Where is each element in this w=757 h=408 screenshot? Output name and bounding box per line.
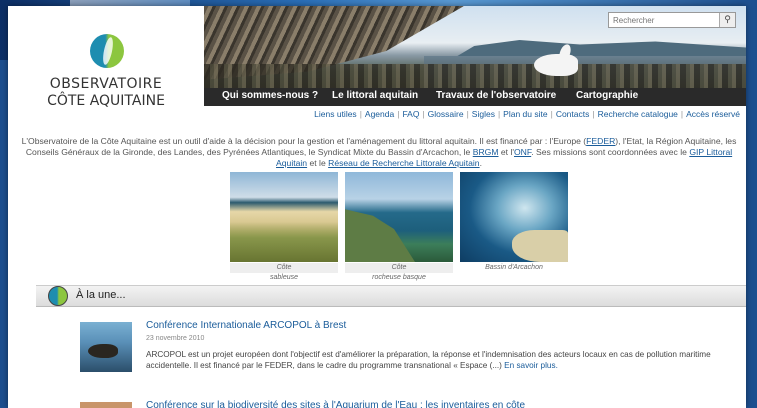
link-brgm[interactable]: BRGM [473, 147, 499, 157]
intro-paragraph: L'Observatoire de la Côte Aquitaine est … [18, 136, 740, 169]
site-logo[interactable]: OBSERVATOIRE CÔTE AQUITAINE [8, 6, 204, 130]
intro-text: L'Observatoire de la Côte Aquitaine est … [21, 136, 587, 146]
subnav-liens-utiles[interactable]: Liens utiles [314, 109, 357, 119]
search-icon[interactable]: ⚲ [719, 13, 735, 27]
photo-bassin-arcachon[interactable] [460, 172, 568, 262]
photo-cote-rocheuse[interactable] [345, 172, 453, 262]
read-more-link[interactable]: En savoir plus. [504, 361, 558, 370]
intro-text: et l' [498, 147, 514, 157]
subnav-acces-reserve[interactable]: Accès réservé [686, 109, 740, 119]
news-title-link[interactable]: Conférence sur la biodiversité des sites… [146, 400, 525, 408]
header-banner-photo: ⚲ [204, 6, 746, 88]
news-title-link[interactable]: Conférence Internationale ARCOPOL à Bres… [146, 320, 346, 331]
nav-cartographie[interactable]: Cartographie [576, 90, 638, 101]
intro-text: . Ses missions sont coordonnées avec le [531, 147, 690, 157]
intro-text: et le [307, 158, 329, 168]
link-reseau[interactable]: Réseau de Recherche Littorale Aquitain [328, 158, 479, 168]
intro-text: . [479, 158, 482, 168]
nav-travaux[interactable]: Travaux de l'observatoire [436, 90, 556, 101]
subnav-glossaire[interactable]: Glossaire [428, 109, 464, 119]
globe-icon [48, 286, 68, 306]
search-input[interactable] [609, 13, 719, 27]
link-onf[interactable]: ONF [514, 147, 531, 157]
news-thumbnail[interactable] [80, 402, 132, 408]
logo-text-line2: CÔTE AQUITAINE [47, 93, 165, 109]
news-summary-text: ARCOPOL est un projet européen dont l'ob… [146, 350, 711, 370]
section-header-bar [36, 285, 746, 307]
photo-caption: Bassin d'Arcachon [485, 264, 543, 271]
photo-caption: Côte [276, 264, 292, 271]
banner-rocks [204, 64, 746, 88]
photo-caption: rocheuse basque [372, 274, 426, 281]
news-summary: ARCOPOL est un projet européen dont l'ob… [146, 349, 740, 371]
news-thumbnail[interactable] [80, 322, 132, 372]
main-navigation: Qui sommes-nous ? Le littoral aquitain T… [204, 88, 746, 106]
section-title: À la une... [76, 289, 126, 301]
news-date: 23 novembre 2010 [146, 335, 205, 342]
subnav-agenda[interactable]: Agenda [365, 109, 394, 119]
subnav-recherche-catalogue[interactable]: Recherche catalogue [598, 109, 678, 119]
seal-logo-icon [534, 54, 578, 76]
photo-cote-sableuse[interactable] [230, 172, 338, 262]
logo-globe-icon [90, 34, 124, 68]
photo-caption: Côte [391, 264, 407, 271]
web-page: OBSERVATOIRE CÔTE AQUITAINE ⚲ Qui sommes… [8, 6, 746, 408]
photo-caption: sableuse [269, 274, 299, 281]
subnav-plan-du-site[interactable]: Plan du site [503, 109, 547, 119]
nav-littoral-aquitain[interactable]: Le littoral aquitain [332, 90, 418, 101]
logo-text-line1: OBSERVATOIRE [49, 76, 163, 92]
search-box: ⚲ [608, 12, 736, 28]
link-feder[interactable]: FEDER [586, 136, 615, 146]
nav-qui-sommes-nous[interactable]: Qui sommes-nous ? [222, 90, 318, 101]
utility-navigation: Liens utiles | Agenda | FAQ | Glossaire | Sigles… [314, 109, 740, 119]
subnav-faq[interactable]: FAQ [402, 109, 419, 119]
subnav-sigles[interactable]: Sigles [472, 109, 495, 119]
subnav-contacts[interactable]: Contacts [556, 109, 590, 119]
